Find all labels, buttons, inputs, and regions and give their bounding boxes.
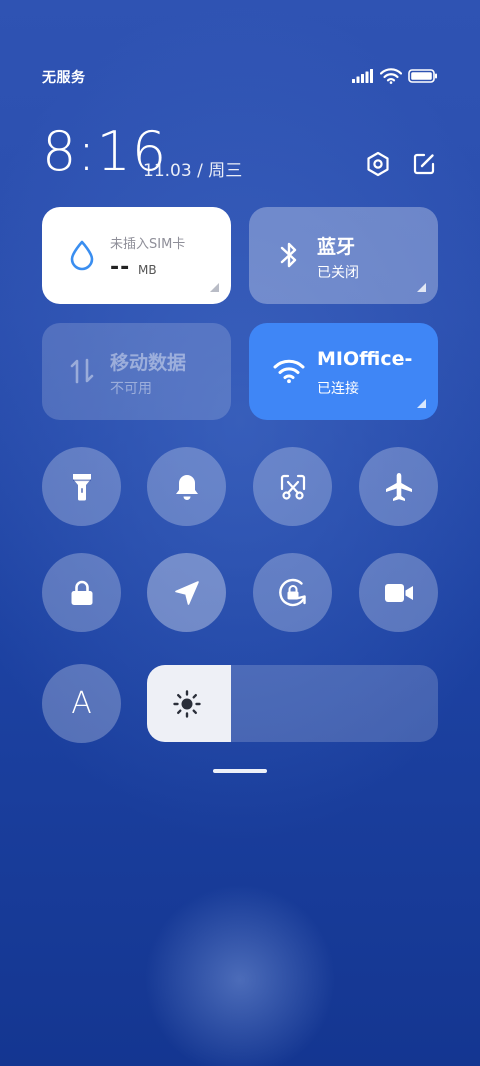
data-arrows-icon — [66, 355, 98, 387]
clock-date: 11.03 / 周三 — [143, 161, 243, 181]
status-bar: 无服务 — [42, 66, 438, 88]
ringer-toggle[interactable] — [147, 447, 226, 526]
expand-corner — [417, 399, 426, 408]
bluetooth-status: 已关闭 — [317, 265, 359, 281]
flashlight-icon — [72, 473, 91, 500]
signal-icon — [352, 69, 373, 83]
mobile-data-tile[interactable]: 移动数据 不可用 — [42, 323, 231, 420]
rotation-lock-icon — [278, 578, 306, 606]
bell-icon — [175, 474, 198, 500]
expand-corner — [210, 283, 219, 292]
brightness-slider[interactable] — [147, 665, 438, 742]
scissors-icon — [280, 474, 305, 500]
settings-button[interactable] — [364, 150, 392, 178]
water-drop-icon — [66, 239, 98, 271]
bluetooth-icon — [273, 239, 305, 271]
status-icons — [352, 68, 438, 84]
mobile-data-status: 不可用 — [110, 381, 152, 397]
airplane-mode-toggle[interactable] — [359, 447, 438, 526]
expand-corner — [417, 283, 426, 292]
sim-status-label: 未插入SIM卡 — [110, 237, 186, 252]
data-usage-unit: MB — [138, 263, 157, 277]
data-usage-value: -- — [110, 255, 131, 280]
header-actions — [346, 150, 438, 178]
edit-icon — [413, 153, 435, 175]
lock-screen-toggle[interactable] — [42, 553, 121, 632]
home-indicator[interactable] — [213, 769, 267, 773]
mobile-data-title: 移动数据 — [110, 352, 187, 374]
screenshot-toggle[interactable] — [253, 447, 332, 526]
carrier-label: 无服务 — [42, 70, 86, 86]
auto-brightness-label: A — [71, 685, 92, 721]
wifi-icon — [273, 355, 305, 387]
battery-icon — [408, 69, 437, 83]
location-arrow-icon — [174, 580, 199, 605]
lock-icon — [71, 580, 92, 605]
data-usage-tile[interactable]: 未插入SIM卡 -- MB — [42, 207, 231, 304]
auto-rotate-toggle[interactable] — [253, 553, 332, 632]
settings-icon — [367, 151, 389, 177]
wifi-status: 已连接 — [317, 381, 359, 397]
screen-record-toggle[interactable] — [359, 553, 438, 632]
location-toggle[interactable] — [147, 553, 226, 632]
sun-icon — [172, 689, 202, 719]
wifi-tile[interactable]: MIOffice- 已连接 — [249, 323, 438, 420]
bluetooth-title: 蓝牙 — [317, 236, 356, 258]
bluetooth-tile[interactable]: 蓝牙 已关闭 — [249, 207, 438, 304]
wifi-icon — [380, 68, 402, 84]
wifi-network-name: MIOffice- — [317, 348, 413, 370]
video-camera-icon — [384, 583, 413, 602]
auto-brightness-toggle[interactable]: A — [42, 664, 121, 743]
airplane-icon — [385, 472, 412, 501]
edit-button[interactable] — [410, 150, 438, 178]
flashlight-toggle[interactable] — [42, 447, 121, 526]
